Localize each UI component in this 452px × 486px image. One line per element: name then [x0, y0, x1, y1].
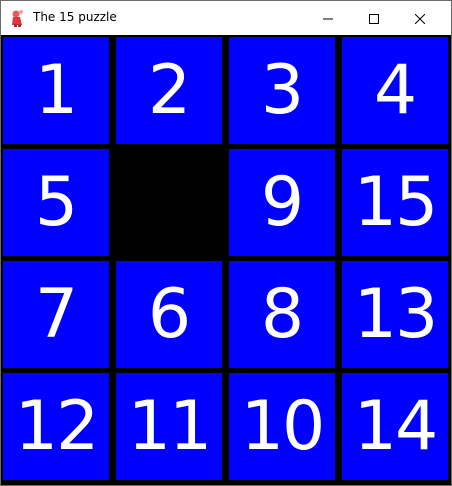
- puzzle-tile[interactable]: 9: [229, 149, 335, 256]
- puzzle-board: 1 2 3 4 5 9 15 7 6 8 13 12 11 10 14: [1, 35, 451, 485]
- puzzle-tile[interactable]: 4: [342, 37, 448, 144]
- maximize-button[interactable]: [351, 1, 397, 35]
- close-button[interactable]: [397, 1, 443, 35]
- app-window: The 15 puzzle 1 2 3 4 5 9 15 7 6 8 13 12…: [0, 0, 452, 486]
- puzzle-tile[interactable]: 12: [3, 373, 109, 480]
- minimize-icon: [323, 9, 333, 28]
- puzzle-tile[interactable]: 11: [116, 373, 222, 480]
- puzzle-tile[interactable]: 2: [116, 37, 222, 144]
- puzzle-tile[interactable]: 13: [342, 261, 448, 368]
- minimize-button[interactable]: [305, 1, 351, 35]
- puzzle-tile[interactable]: 14: [342, 373, 448, 480]
- puzzle-tile[interactable]: 3: [229, 37, 335, 144]
- maximize-icon: [369, 9, 379, 28]
- puzzle-tile[interactable]: 15: [342, 149, 448, 256]
- puzzle-tile[interactable]: 5: [3, 149, 109, 256]
- title-bar[interactable]: The 15 puzzle: [1, 0, 451, 35]
- puzzle-tile[interactable]: 6: [116, 261, 222, 368]
- window-title: The 15 puzzle: [33, 10, 117, 24]
- puzzle-tile[interactable]: 7: [3, 261, 109, 368]
- puzzle-tile[interactable]: 8: [229, 261, 335, 368]
- puzzle-tile[interactable]: 10: [229, 373, 335, 480]
- app-mascot-icon: [10, 9, 26, 27]
- blank-space: [116, 149, 222, 256]
- puzzle-tile[interactable]: 1: [3, 37, 109, 144]
- close-icon: [414, 9, 426, 28]
